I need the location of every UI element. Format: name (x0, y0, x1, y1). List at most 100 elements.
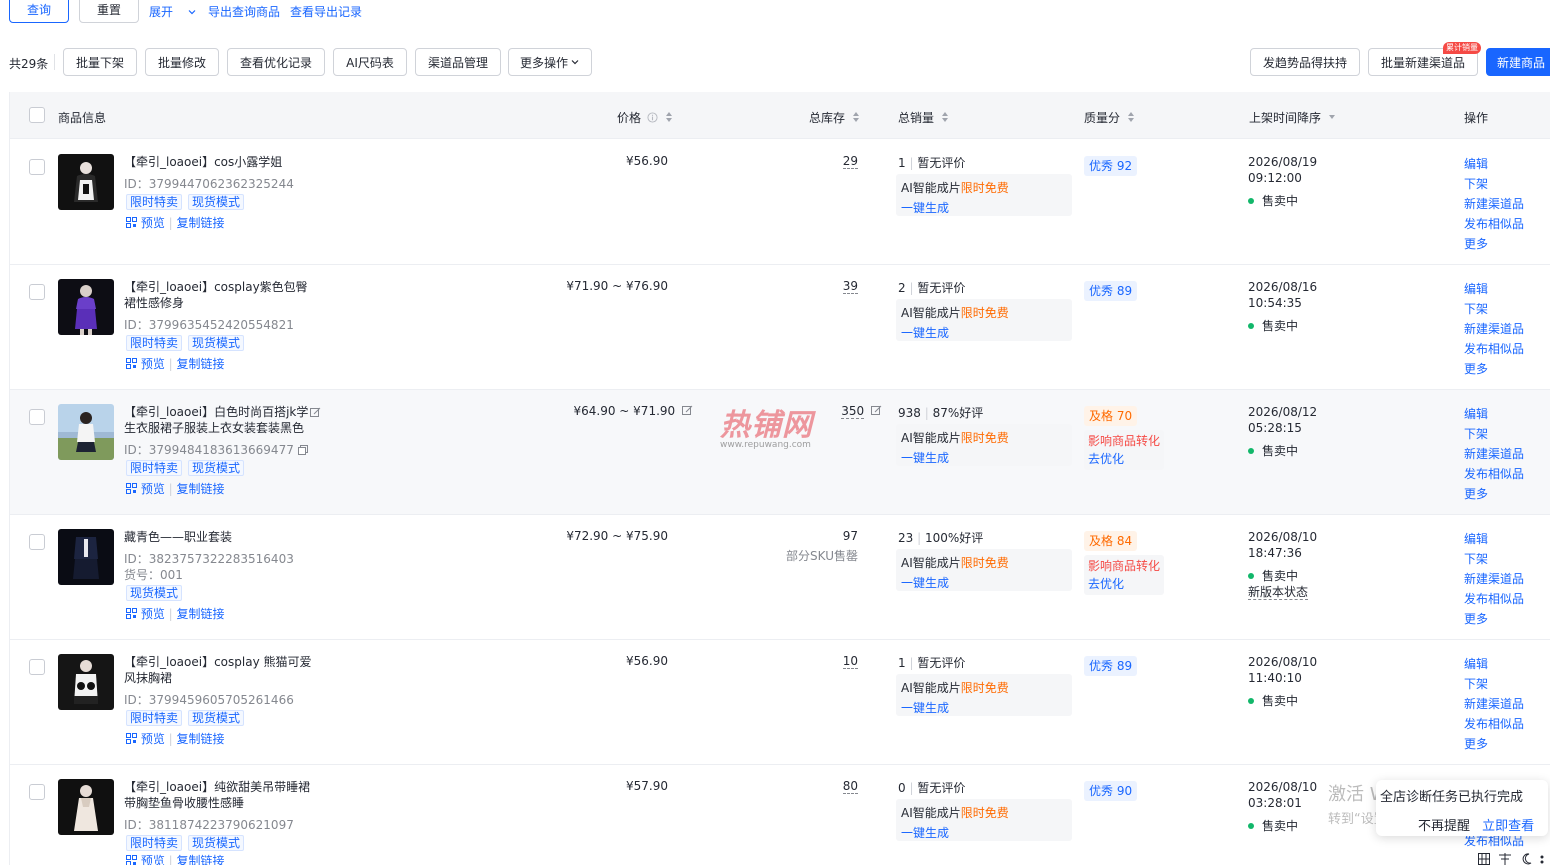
product-thumbnail[interactable] (58, 404, 114, 460)
edit-icon[interactable] (682, 405, 693, 416)
quality-badge[interactable]: 优秀 89 (1084, 656, 1138, 676)
generate-link[interactable]: 一键生成 (901, 823, 1067, 843)
edit-link[interactable]: 编辑 (1464, 654, 1524, 674)
row-checkbox[interactable] (29, 534, 45, 550)
sort-icon[interactable] (1127, 112, 1135, 123)
new-channel-link[interactable]: 新建渠道品 (1464, 694, 1524, 714)
product-thumbnail[interactable] (58, 279, 114, 335)
copy-link[interactable]: 复制链接 (177, 482, 225, 496)
toast-view[interactable]: 立即查看 (1482, 819, 1534, 834)
generate-link[interactable]: 一键生成 (901, 198, 1067, 218)
product-stock[interactable]: 29 (842, 154, 858, 169)
product-stock[interactable]: 350 (841, 404, 882, 419)
optimize-link[interactable]: 去优化 (1088, 450, 1160, 468)
off-shelf-link[interactable]: 下架 (1464, 174, 1524, 194)
off-shelf-link[interactable]: 下架 (1464, 674, 1524, 694)
copy-link[interactable]: 复制链接 (177, 607, 225, 621)
more-ops-button[interactable]: 更多操作 (508, 48, 592, 76)
product-title[interactable]: 【牵引_loaoei】白色时尚百搭jk学生衣服裙子服装上衣女装套装黑色 (124, 404, 314, 436)
settings-icon[interactable] (1538, 853, 1546, 865)
edit-link[interactable]: 编辑 (1464, 404, 1524, 424)
generate-link[interactable]: 一键生成 (901, 323, 1067, 343)
edit-icon[interactable] (871, 405, 882, 416)
more-link[interactable]: 更多 (1464, 484, 1524, 504)
product-title[interactable]: 【牵引_loaoei】cosplay 熊猫可爱风抹胸裙 (124, 654, 314, 686)
preview-link[interactable]: 预览 (141, 607, 165, 621)
product-thumbnail[interactable] (58, 654, 114, 710)
product-stock[interactable]: 39 (842, 279, 858, 294)
preview-link[interactable]: 预览 (141, 216, 165, 230)
off-shelf-link[interactable]: 下架 (1464, 424, 1524, 444)
row-checkbox[interactable] (29, 409, 45, 425)
quality-badge[interactable]: 及格 84 (1084, 531, 1138, 551)
row-checkbox[interactable] (29, 784, 45, 800)
new-channel-link[interactable]: 新建渠道品 (1464, 194, 1524, 214)
col-sales[interactable]: 总销量 (898, 109, 949, 126)
edit-link[interactable]: 编辑 (1464, 279, 1524, 299)
product-title[interactable]: 藏青色——职业套装 (124, 529, 314, 545)
new-channel-link[interactable]: 新建渠道品 (1464, 444, 1524, 464)
generate-link[interactable]: 一键生成 (901, 448, 1067, 468)
version-status[interactable]: 新版本状态 (1248, 583, 1309, 600)
more-link[interactable]: 更多 (1464, 359, 1524, 379)
more-link[interactable]: 更多 (1464, 734, 1524, 754)
generate-link[interactable]: 一键生成 (901, 698, 1067, 718)
select-all-checkbox[interactable] (29, 107, 45, 123)
opt-log-button[interactable]: 查看优化记录 (227, 48, 325, 76)
col-price[interactable]: 价格 (617, 109, 673, 126)
query-button[interactable]: 查询 (9, 0, 69, 23)
export-log-link[interactable]: 查看导出记录 (290, 3, 362, 20)
edit-link[interactable]: 编辑 (1464, 529, 1524, 549)
reset-button[interactable]: 重置 (79, 0, 139, 23)
sort-icon[interactable] (941, 112, 949, 123)
trend-button[interactable]: 发趋势品得扶持 (1250, 48, 1360, 76)
ai-size-button[interactable]: AI尺码表 (333, 48, 407, 76)
row-checkbox[interactable] (29, 159, 45, 175)
optimize-link[interactable]: 去优化 (1088, 575, 1160, 593)
quality-badge[interactable]: 优秀 92 (1084, 156, 1138, 176)
quality-badge[interactable]: 及格 70 (1084, 406, 1138, 426)
copy-link[interactable]: 复制链接 (177, 357, 225, 371)
export-link[interactable]: 导出查询商品 (208, 3, 280, 20)
col-time[interactable]: 上架时间降序 (1249, 109, 1336, 126)
copy-link[interactable]: 复制链接 (177, 732, 225, 746)
more-link[interactable]: 更多 (1464, 234, 1524, 254)
product-thumbnail[interactable] (58, 154, 114, 210)
copy-link[interactable]: 复制链接 (177, 854, 225, 865)
quality-badge[interactable]: 优秀 90 (1084, 781, 1138, 801)
generate-link[interactable]: 一键生成 (901, 573, 1067, 593)
row-checkbox[interactable] (29, 659, 45, 675)
copy-icon[interactable] (297, 445, 308, 455)
row-checkbox[interactable] (29, 284, 45, 300)
preview-link[interactable]: 预览 (141, 854, 165, 865)
product-stock[interactable]: 10 (842, 654, 858, 669)
product-title[interactable]: 【牵引_loaoei】cos小露学姐 (124, 154, 314, 170)
expand-link[interactable]: 展开 (149, 3, 197, 20)
grid-icon[interactable] (1478, 853, 1490, 865)
quality-badge[interactable]: 优秀 89 (1084, 281, 1138, 301)
publish-similar-link[interactable]: 发布相似品 (1464, 339, 1524, 359)
off-shelf-link[interactable]: 下架 (1464, 299, 1524, 319)
batch-edit-button[interactable]: 批量修改 (145, 48, 219, 76)
edit-icon[interactable] (310, 407, 321, 418)
product-thumbnail[interactable] (58, 529, 114, 585)
preview-link[interactable]: 预览 (141, 357, 165, 371)
preview-link[interactable]: 预览 (141, 732, 165, 746)
moon-icon[interactable] (1522, 853, 1532, 865)
publish-similar-link[interactable]: 发布相似品 (1464, 464, 1524, 484)
product-stock[interactable]: 80 (842, 779, 858, 794)
language-icon[interactable] (1498, 853, 1512, 865)
more-link[interactable]: 更多 (1464, 609, 1524, 629)
copy-link[interactable]: 复制链接 (177, 216, 225, 230)
edit-link[interactable]: 编辑 (1464, 154, 1524, 174)
toast-dismiss[interactable]: 不再提醒 (1418, 819, 1470, 834)
product-thumbnail[interactable] (58, 779, 114, 835)
batch-off-button[interactable]: 批量下架 (63, 48, 137, 76)
product-title[interactable]: 【牵引_loaoei】cosplay紫色包臀裙性感修身 (124, 279, 314, 311)
col-stock[interactable]: 总库存 (809, 109, 860, 126)
off-shelf-link[interactable]: 下架 (1464, 549, 1524, 569)
channel-mgmt-button[interactable]: 渠道品管理 (415, 48, 501, 76)
sort-desc-icon[interactable] (1328, 112, 1336, 123)
publish-similar-link[interactable]: 发布相似品 (1464, 714, 1524, 734)
publish-similar-link[interactable]: 发布相似品 (1464, 589, 1524, 609)
